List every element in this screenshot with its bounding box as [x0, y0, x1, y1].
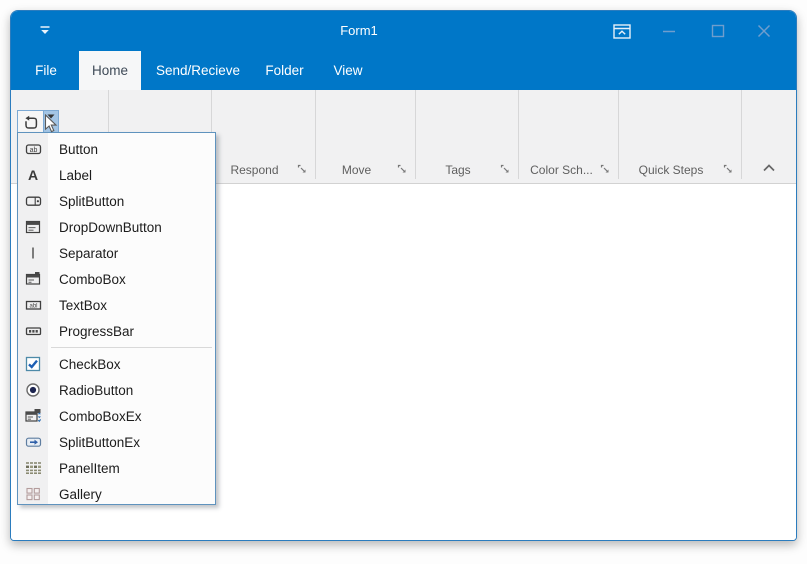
menu-item-comboboxex[interactable]: ComboBoxEx — [18, 403, 215, 429]
customize-quick-access-toolbar-button[interactable] — [35, 22, 55, 40]
dialog-launcher-icon[interactable] — [600, 164, 611, 175]
ribbon-group-color-scheme: Color Sch... — [519, 161, 618, 179]
menu-item-label: Button — [59, 141, 99, 157]
close-icon — [757, 24, 771, 38]
collapse-ribbon-button[interactable] — [759, 160, 779, 176]
group-label-quick-steps: Quick Steps — [638, 163, 704, 177]
menu-item-textbox[interactable]: abl TextBox — [18, 292, 215, 318]
minimize-icon — [663, 30, 675, 33]
group-separator — [741, 90, 742, 179]
ribbon-display-options-button[interactable] — [609, 21, 635, 41]
tab-home-label: Home — [91, 63, 128, 78]
tab-view-label: View — [333, 63, 363, 78]
menu-item-label: Gallery — [59, 486, 102, 502]
menu-item-label: Label — [59, 167, 93, 183]
ribbon-group-move: Move — [316, 161, 415, 179]
splitbuttonex-icon — [18, 434, 48, 450]
gallery-icon — [18, 486, 48, 502]
checkbox-icon — [18, 356, 48, 372]
tab-file-label: File — [35, 63, 57, 78]
textbox-icon: abl — [18, 297, 48, 313]
combobox-icon — [18, 271, 48, 287]
dialog-launcher-icon[interactable] — [397, 164, 408, 175]
titlebar: Form1 — [11, 11, 796, 49]
tab-file[interactable]: File — [23, 51, 69, 90]
menu-item-label: PanelItem — [59, 460, 120, 476]
minimize-button[interactable] — [657, 21, 681, 41]
menu-item-separator-item[interactable]: Separator — [18, 240, 215, 266]
dialog-launcher-icon[interactable] — [723, 164, 734, 175]
menu-item-radiobutton[interactable]: RadioButton — [18, 377, 215, 403]
tab-send-recieve-label: Send/Recieve — [155, 63, 241, 78]
window-title: Form1 — [340, 23, 378, 38]
menu-item-label: RadioButton — [59, 382, 134, 398]
svg-text:ab: ab — [29, 147, 37, 154]
menu-item-label: TextBox — [59, 297, 108, 313]
comboboxex-icon — [18, 408, 48, 424]
dialog-launcher-icon[interactable] — [500, 164, 511, 175]
menu-item-splitbuttonex[interactable]: SplitButtonEx — [18, 429, 215, 455]
app-window: Form1 File Home Send/Recieve Folder View… — [10, 10, 797, 541]
maximize-button[interactable] — [706, 21, 730, 41]
menu-item-button[interactable]: ab Button — [18, 136, 215, 162]
group-label-color-scheme: Color Sch... — [530, 163, 593, 177]
menu-item-combobox[interactable]: ComboBox — [18, 266, 215, 292]
maximize-icon — [711, 24, 725, 38]
rotate-icon — [24, 115, 37, 129]
menu-item-label: DropDownButton — [59, 219, 162, 235]
menu-item-label-item[interactable]: A Label — [18, 162, 215, 188]
menu-item-label: ComboBox — [59, 271, 126, 287]
mouse-cursor — [44, 114, 58, 133]
splitbutton-icon — [18, 193, 48, 209]
radiobutton-icon — [18, 382, 48, 398]
ribbon-group-quick-steps: Quick Steps — [619, 161, 741, 179]
menu-item-label: ComboBoxEx — [59, 408, 142, 424]
tab-folder[interactable]: Folder — [256, 51, 313, 90]
progressbar-icon — [18, 323, 48, 339]
dialog-launcher-icon[interactable] — [297, 164, 308, 175]
toolbox-button[interactable] — [18, 111, 43, 134]
svg-text:A: A — [28, 167, 38, 183]
tab-home[interactable]: Home — [79, 51, 141, 90]
menu-item-gallery[interactable]: Gallery — [18, 481, 215, 507]
separator-icon — [18, 245, 48, 261]
menu-item-panelitem[interactable]: PanelItem — [18, 455, 215, 481]
menu-item-dropdownbutton[interactable]: DropDownButton — [18, 214, 215, 240]
group-label-respond: Respond — [230, 163, 279, 177]
dropdownbutton-icon — [18, 219, 48, 235]
tab-view[interactable]: View — [328, 51, 368, 90]
menu-item-label: Separator — [59, 245, 119, 261]
menu-item-label: SplitButton — [59, 193, 125, 209]
menu-item-checkbox[interactable]: CheckBox — [18, 351, 215, 377]
chevron-up-icon — [763, 164, 775, 172]
toolbox-dropdown-menu: ab Button A Label SplitButton DropDownBu… — [17, 132, 216, 505]
button-icon: ab — [18, 141, 48, 157]
group-label-tags: Tags — [445, 163, 471, 177]
menu-item-splitbutton[interactable]: SplitButton — [18, 188, 215, 214]
label-icon: A — [18, 167, 48, 183]
panelitem-icon — [18, 460, 48, 476]
ribbon-group-tags: Tags — [416, 161, 518, 179]
menu-item-label: ProgressBar — [59, 323, 135, 339]
group-label-move: Move — [341, 163, 372, 177]
ribbon-tab-strip: File Home Send/Recieve Folder View — [11, 49, 796, 90]
ribbon-group-respond: Respond — [212, 161, 315, 179]
menu-item-progressbar[interactable]: ProgressBar — [18, 318, 215, 344]
tab-send-recieve[interactable]: Send/Recieve — [151, 51, 245, 90]
customize-quick-access-toolbar-icon — [40, 26, 50, 34]
menu-separator — [18, 344, 215, 351]
svg-text:abl: abl — [29, 303, 37, 309]
menu-item-label: CheckBox — [59, 356, 121, 372]
close-button[interactable] — [752, 21, 776, 41]
ribbon-display-options-icon — [613, 23, 631, 39]
tab-folder-label: Folder — [265, 63, 304, 78]
menu-item-label: SplitButtonEx — [59, 434, 141, 450]
